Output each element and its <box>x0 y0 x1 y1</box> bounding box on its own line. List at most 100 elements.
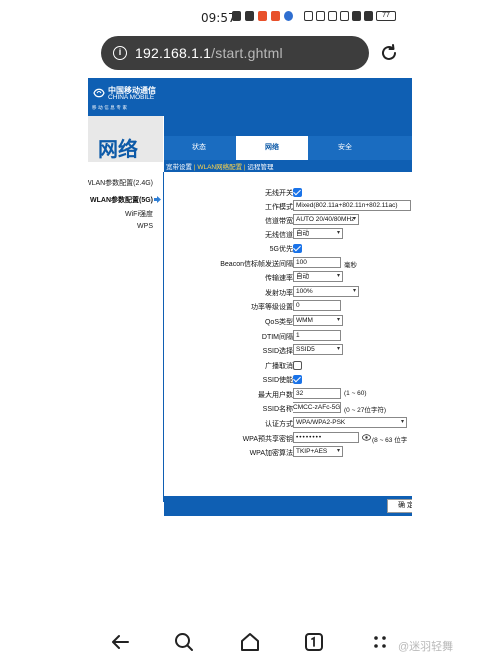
status-bar: 09:57 77 <box>0 0 500 32</box>
sub-navigation: 宽带设置 | WLAN网络配置 | 远程管理 <box>164 160 412 172</box>
eye-icon[interactable] <box>362 434 371 441</box>
wpa-key-hint: (8 ~ 63 位字 <box>372 437 408 444</box>
row-channel-width: 信道带宽 AUTO 20/40/80MHz ▾ <box>164 214 412 228</box>
nfc-icon <box>304 11 313 21</box>
chevron-down-icon: ▾ <box>352 288 356 294</box>
sidebar-item-wps[interactable]: WPS <box>137 223 153 230</box>
dtim-interval-input[interactable]: 1 <box>293 330 341 341</box>
watermark-text: @迷羽轻舞 <box>398 641 454 653</box>
confirm-button[interactable]: 确 定 <box>387 499 412 513</box>
wireless-switch-label: 无线开关 <box>265 190 293 197</box>
ssid-enable-checkbox[interactable] <box>293 375 302 384</box>
sidebar-item-wifi-strength[interactable]: WiFi强度 <box>125 209 153 219</box>
wpa-cipher-value: TKIP+AES <box>296 448 328 455</box>
max-users-hint: (1 ~ 60) <box>344 390 367 397</box>
subnav-separator: | <box>243 164 246 171</box>
reload-icon[interactable] <box>378 42 400 64</box>
subnav-broadband[interactable]: 宽带设置 <box>166 164 192 171</box>
nav-header-strip <box>164 116 412 136</box>
chevron-down-icon: ▾ <box>400 419 404 425</box>
row-wireless-channel: 无线信道 自动 ▾ <box>164 228 412 242</box>
max-users-value: 32 <box>296 390 304 397</box>
row-work-mode: 工作模式 Mixed(802.11a+802.11n+802.11ac) <box>164 200 412 214</box>
menu-dots-icon[interactable] <box>368 630 392 654</box>
channel-width-label: 信道带宽 <box>265 218 293 225</box>
power-level-label: 功率等级设置 <box>251 304 293 311</box>
wpa-cipher-select[interactable]: TKIP+AES ▾ <box>293 446 343 457</box>
bottom-action-bar: 确 定 <box>164 496 412 516</box>
qos-type-label: QoS类型 <box>264 319 293 326</box>
tab-security[interactable]: 安全 <box>314 136 376 160</box>
tx-power-select[interactable]: 100% ▾ <box>293 286 359 297</box>
row-tx-power: 发射功率 100% ▾ <box>164 286 412 300</box>
address-bar[interactable]: i 192.168.1.1/start.ghtml <box>101 36 369 70</box>
tab-network[interactable]: 网络 <box>236 136 308 160</box>
broadcast-cancel-checkbox[interactable] <box>293 361 302 370</box>
row-broadcast-cancel: 广播取消 <box>164 359 412 373</box>
5g-priority-checkbox[interactable] <box>293 244 302 253</box>
url-host: 192.168.1.1 <box>135 45 212 61</box>
app-notification-icon-2 <box>271 11 280 21</box>
ssid-select-value: SSID5 <box>296 346 315 353</box>
chevron-down-icon: ▾ <box>352 216 356 222</box>
row-dtim-interval: DTIM间隔 1 <box>164 330 412 344</box>
subnav-wlan[interactable]: WLAN网络配置 <box>197 164 242 171</box>
search-icon[interactable] <box>172 630 196 654</box>
wireless-channel-select[interactable]: 自动 ▾ <box>293 228 343 239</box>
wpa-key-value: •••••••• <box>296 434 323 441</box>
row-wpa-cipher: WPA加密算法 TKIP+AES ▾ <box>164 446 412 460</box>
app-notification-icon-3 <box>284 11 293 21</box>
dtim-interval-value: 1 <box>296 332 300 339</box>
beacon-interval-unit: 毫秒 <box>344 262 357 269</box>
beacon-interval-input[interactable]: 100 <box>293 257 341 268</box>
power-level-input[interactable]: 0 <box>293 300 341 311</box>
tx-power-label: 发射功率 <box>265 290 293 297</box>
chevron-down-icon: ▾ <box>336 273 340 279</box>
tab-status[interactable]: 状态 <box>168 136 230 160</box>
ssid-name-input[interactable]: CMCC-zAFc-5G <box>293 402 341 413</box>
ssid-select-label: SSID选择 <box>262 348 293 355</box>
wireless-switch-checkbox[interactable] <box>293 188 302 197</box>
chevron-down-icon: ▾ <box>336 230 340 236</box>
home-icon[interactable] <box>238 630 262 654</box>
tx-rate-select[interactable]: 自动 ▾ <box>293 271 343 282</box>
row-5g-priority: 5G优先 <box>164 242 412 256</box>
qos-type-select[interactable]: WMM ▾ <box>293 315 343 326</box>
beacon-interval-value: 100 <box>296 259 307 266</box>
sidebar-item-wlan-5g[interactable]: WLAN参数配置(5G) <box>90 195 153 205</box>
url-path: /start.ghtml <box>211 45 283 61</box>
auth-mode-label: 认证方式 <box>265 421 293 428</box>
wpa-key-input[interactable]: •••••••• <box>293 432 359 443</box>
sidebar-item-wlan-24g[interactable]: WLAN参数配置(2.4G) <box>88 178 153 188</box>
5g-priority-label: 5G优先 <box>269 246 293 253</box>
ssid-select-dropdown[interactable]: SSID5 ▾ <box>293 344 343 355</box>
row-max-users: 最大用户数 32 (1 ~ 60) <box>164 388 412 402</box>
broadcast-cancel-label: 广播取消 <box>265 363 293 370</box>
logo-english-text: CHINA MOBILE <box>108 94 155 101</box>
auth-mode-select[interactable]: WPA/WPA2-PSK ▾ <box>293 417 407 428</box>
notification-icon <box>232 11 241 21</box>
ssid-enable-label: SSID使能 <box>262 377 293 384</box>
channel-width-select[interactable]: AUTO 20/40/80MHz ▾ <box>293 214 359 225</box>
page-title: 网络 <box>98 137 138 161</box>
chevron-down-icon: ▾ <box>336 448 340 454</box>
subnav-remote[interactable]: 远程管理 <box>247 164 273 171</box>
max-users-input[interactable]: 32 <box>293 388 341 399</box>
logo-slogan: 移动信息专家 <box>92 105 129 110</box>
channel-width-value: AUTO 20/40/80MHz <box>296 216 355 223</box>
tabs-icon[interactable] <box>302 630 326 654</box>
status-time: 09:57 <box>201 11 236 25</box>
url-text[interactable]: 192.168.1.1/start.ghtml <box>135 45 283 61</box>
tx-rate-value: 自动 <box>296 273 309 280</box>
qos-type-value: WMM <box>296 317 313 324</box>
signal-icon-2 <box>364 11 373 21</box>
info-icon[interactable]: i <box>113 46 127 60</box>
row-wpa-key: WPA预共享密钥 •••••••• (8 ~ 63 位字 <box>164 432 412 446</box>
subnav-links: 宽带设置 | WLAN网络配置 | 远程管理 <box>166 161 273 171</box>
message-icon <box>245 11 254 21</box>
back-arrow-icon[interactable] <box>108 630 132 654</box>
system-icons: 77 <box>304 11 396 21</box>
wifi-icon <box>340 11 349 21</box>
work-mode-label: 工作模式 <box>265 204 293 211</box>
work-mode-select[interactable]: Mixed(802.11a+802.11n+802.11ac) <box>293 200 411 211</box>
